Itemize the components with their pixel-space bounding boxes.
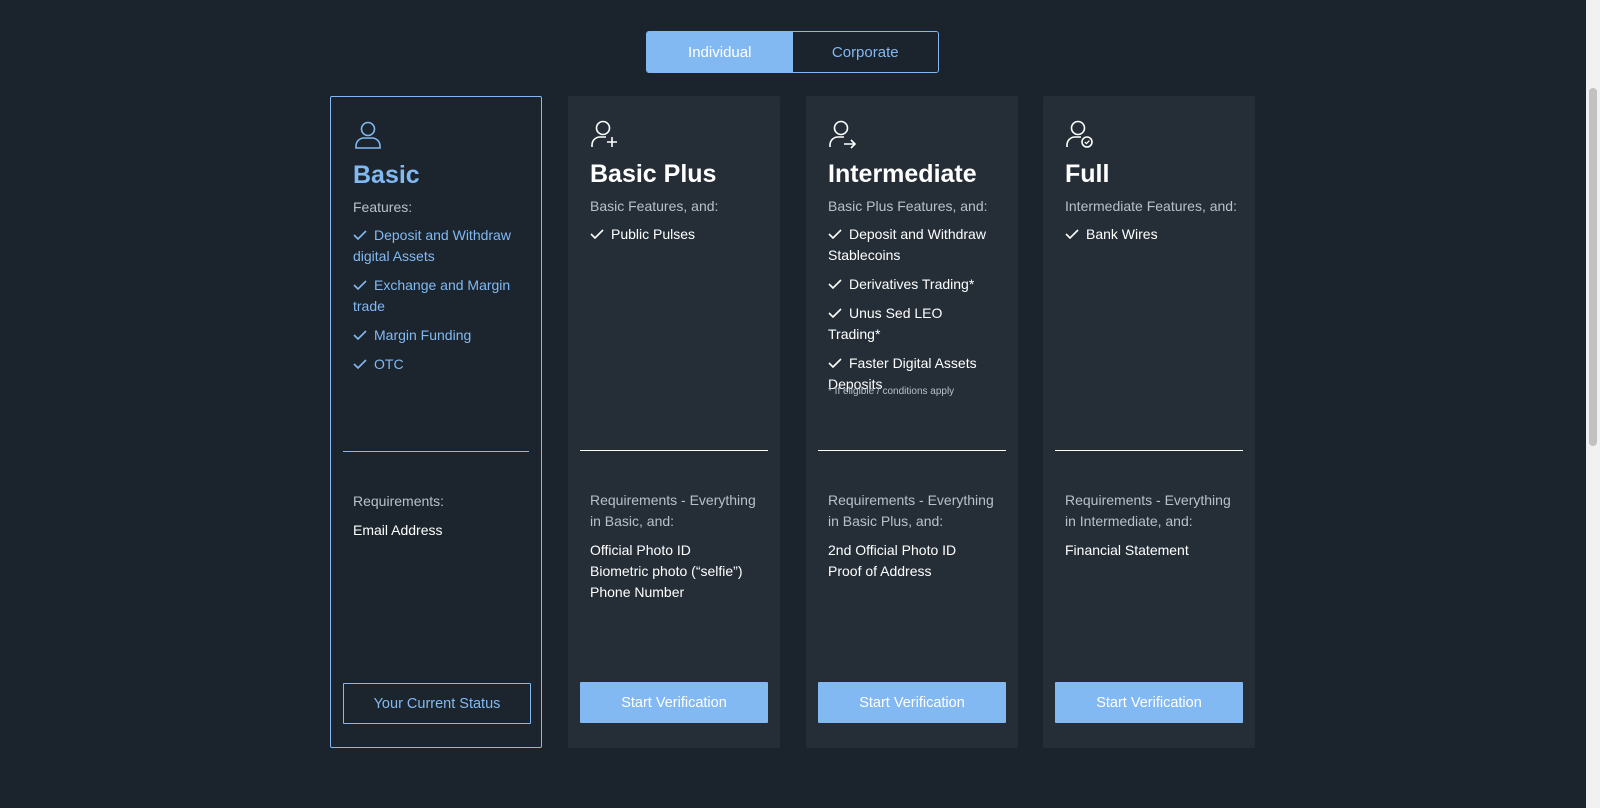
feature-list: Public Pulses bbox=[590, 224, 760, 253]
requirement-item: Official Photo ID bbox=[590, 542, 691, 558]
feature-list: Deposit and Withdraw Stablecoins Derivat… bbox=[828, 224, 998, 403]
account-type-toggle: Individual Corporate bbox=[646, 31, 939, 73]
requirements-list: Financial Statement bbox=[1065, 540, 1241, 561]
requirement-item: Biometric photo (“selfie”) bbox=[590, 563, 743, 579]
features-label: Features: bbox=[353, 199, 413, 215]
check-icon bbox=[828, 308, 842, 318]
user-icon bbox=[355, 121, 381, 149]
feature-item: Deposit and Withdraw Stablecoins bbox=[828, 226, 986, 263]
requirements-list: Official Photo ID Biometric photo (“self… bbox=[590, 540, 766, 603]
start-verification-button[interactable]: Start Verification bbox=[580, 682, 768, 723]
scrollbar-thumb[interactable] bbox=[1589, 88, 1597, 446]
feature-item: Derivatives Trading* bbox=[828, 274, 998, 295]
requirements-label: Requirements: bbox=[353, 493, 445, 509]
feature-item: OTC bbox=[353, 354, 523, 375]
check-icon bbox=[590, 229, 604, 239]
check-icon bbox=[828, 279, 842, 289]
requirement-item: Phone Number bbox=[590, 584, 685, 600]
page-scrollbar[interactable] bbox=[1586, 0, 1600, 808]
tab-corporate[interactable]: Corporate bbox=[792, 32, 938, 72]
features-label: Intermediate Features, and: bbox=[1065, 198, 1237, 214]
eligibility-footnote: * If eligible / conditions apply bbox=[828, 386, 955, 397]
card-title: Basic bbox=[353, 161, 420, 189]
requirement-item: 2nd Official Photo ID bbox=[828, 542, 957, 558]
level-card-basic-plus: Basic Plus Basic Features, and: Public P… bbox=[568, 96, 780, 748]
user-arrow-icon bbox=[829, 120, 857, 149]
card-title: Basic Plus bbox=[590, 160, 717, 188]
features-label: Basic Features, and: bbox=[590, 198, 719, 214]
divider bbox=[1055, 450, 1243, 451]
check-icon bbox=[353, 359, 367, 369]
check-icon bbox=[353, 280, 367, 290]
card-title: Full bbox=[1065, 160, 1110, 188]
feature-list: Deposit and Withdraw digital Assets Exch… bbox=[353, 225, 523, 383]
start-verification-button[interactable]: Start Verification bbox=[818, 682, 1006, 723]
divider bbox=[343, 451, 529, 452]
level-card-basic: Basic Features: Deposit and Withdraw dig… bbox=[330, 96, 542, 748]
requirements-label: Requirements - Everything in Basic Plus,… bbox=[828, 492, 994, 529]
requirement-item: Financial Statement bbox=[1065, 542, 1189, 558]
user-plus-icon bbox=[591, 120, 617, 147]
features-label: Basic Plus Features, and: bbox=[828, 198, 988, 214]
feature-item: Exchange and Margin trade bbox=[353, 277, 511, 314]
tab-individual[interactable]: Individual bbox=[647, 32, 793, 72]
check-icon bbox=[353, 230, 367, 240]
requirements-label: Requirements - Everything in Intermediat… bbox=[1065, 492, 1231, 529]
requirements-list: Email Address bbox=[353, 520, 529, 541]
requirements-list: 2nd Official Photo ID Proof of Address bbox=[828, 540, 1004, 582]
feature-list: Bank Wires bbox=[1065, 224, 1235, 253]
check-icon bbox=[353, 330, 367, 340]
feature-item: Margin Funding bbox=[353, 325, 523, 346]
check-icon bbox=[828, 229, 842, 239]
feature-item: Deposit and Withdraw digital Assets bbox=[353, 227, 511, 264]
divider bbox=[580, 450, 768, 451]
requirement-item: Proof of Address bbox=[828, 563, 932, 579]
check-icon bbox=[828, 358, 842, 368]
card-title: Intermediate bbox=[828, 160, 977, 188]
user-check-icon bbox=[1066, 120, 1093, 148]
start-verification-button[interactable]: Start Verification bbox=[1055, 682, 1243, 723]
divider bbox=[818, 450, 1006, 451]
level-card-intermediate: Intermediate Basic Plus Features, and: D… bbox=[806, 96, 1018, 748]
current-status-button[interactable]: Your Current Status bbox=[343, 683, 531, 724]
level-card-full: Full Intermediate Features, and: Bank Wi… bbox=[1043, 96, 1255, 748]
requirements-label: Requirements - Everything in Basic, and: bbox=[590, 492, 756, 529]
feature-item: Bank Wires bbox=[1065, 224, 1235, 245]
requirement-item: Email Address bbox=[353, 522, 443, 538]
feature-item: Unus Sed LEO Trading* bbox=[828, 305, 943, 342]
check-icon bbox=[1065, 229, 1079, 239]
feature-item: Public Pulses bbox=[590, 224, 760, 245]
